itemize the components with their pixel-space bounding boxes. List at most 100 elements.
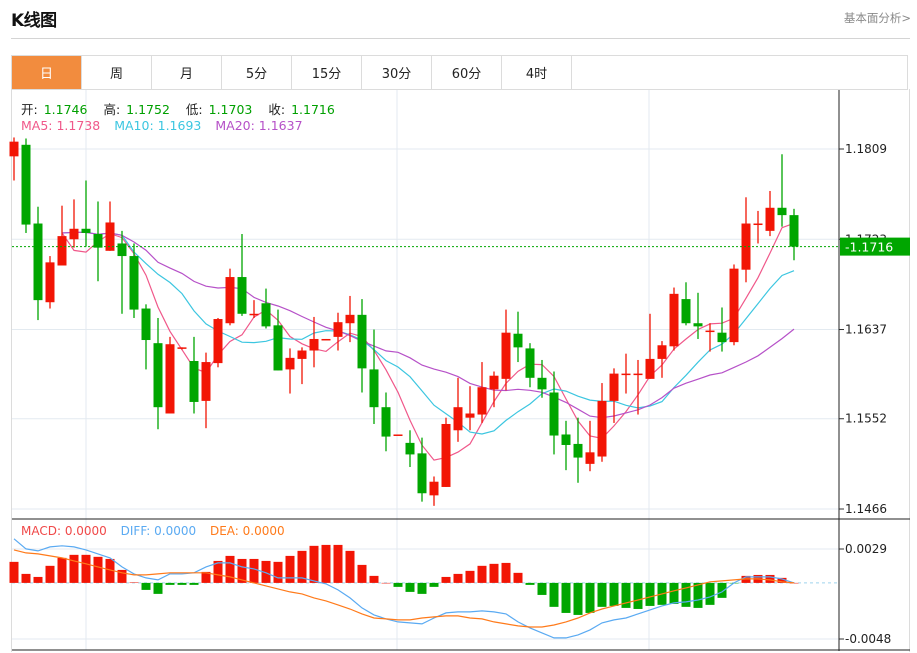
candle-body bbox=[33, 223, 43, 301]
macd-bar bbox=[57, 557, 67, 583]
candle-body bbox=[609, 373, 619, 401]
macd-bar bbox=[165, 582, 175, 585]
candle-body bbox=[117, 243, 127, 257]
candle bbox=[417, 437, 427, 502]
candle bbox=[741, 197, 751, 283]
candle-body bbox=[177, 347, 187, 349]
candle-body bbox=[765, 207, 775, 231]
kline-chart[interactable]: 1.18091.17231.16371.15521.14660.0029-0.0… bbox=[0, 0, 917, 653]
macd-legend: MACD: 0.0000 DIFF: 0.0000 DEA: 0.0000 bbox=[21, 524, 291, 538]
macd-bar bbox=[717, 582, 727, 598]
macd-bar bbox=[633, 582, 643, 609]
macd-bar bbox=[177, 582, 187, 585]
candle-body bbox=[333, 322, 343, 337]
candle-body bbox=[501, 332, 511, 379]
dea-legend-value: DEA: 0.0000 bbox=[209, 524, 285, 538]
candle bbox=[585, 420, 595, 472]
price-tick-label: 1.1552 bbox=[845, 412, 887, 426]
macd-bar bbox=[477, 565, 487, 583]
ma5-legend: MA5: 1.1738 bbox=[21, 118, 101, 133]
macd-tick-label: -0.0048 bbox=[845, 632, 891, 646]
macd-bar bbox=[285, 555, 295, 583]
macd-bar bbox=[537, 582, 547, 595]
candle bbox=[357, 299, 367, 393]
price-tick-label: 1.1809 bbox=[845, 142, 887, 156]
macd-bar bbox=[357, 564, 367, 583]
macd-bar bbox=[549, 582, 559, 607]
candle-body bbox=[345, 314, 355, 324]
candle-body bbox=[405, 442, 415, 455]
macd-legend-value: MACD: 0.0000 bbox=[21, 524, 107, 538]
candle bbox=[93, 201, 103, 282]
candle bbox=[405, 430, 415, 468]
macd-bar bbox=[441, 576, 451, 583]
macd-bar bbox=[525, 582, 535, 585]
high-label: 高: bbox=[103, 102, 121, 117]
macd-bar bbox=[21, 573, 31, 583]
candle-body bbox=[357, 314, 367, 369]
macd-bar bbox=[9, 561, 19, 583]
candle bbox=[645, 313, 655, 379]
price-tick-label: 1.1466 bbox=[845, 502, 887, 516]
candle-body bbox=[45, 262, 55, 303]
candle bbox=[321, 338, 331, 341]
candle bbox=[621, 353, 631, 394]
macd-bar bbox=[225, 555, 235, 583]
candle-body bbox=[261, 303, 271, 327]
macd-bar bbox=[249, 558, 259, 583]
candle-body bbox=[369, 369, 379, 408]
candle-body bbox=[549, 392, 559, 436]
candle-body bbox=[201, 362, 211, 401]
candle bbox=[81, 180, 91, 247]
candle bbox=[597, 383, 607, 462]
candle-body bbox=[561, 434, 571, 445]
macd-bar bbox=[597, 582, 607, 607]
macd-bar bbox=[93, 556, 103, 583]
macd-bar bbox=[489, 563, 499, 583]
candle bbox=[177, 347, 187, 350]
candle-body bbox=[645, 358, 655, 379]
macd-bar bbox=[705, 582, 715, 605]
macd-bar bbox=[609, 582, 619, 606]
ma5-line bbox=[61, 222, 795, 461]
candle-body bbox=[669, 293, 679, 347]
candle bbox=[669, 287, 679, 351]
candle-body bbox=[597, 400, 607, 457]
macd-bar bbox=[141, 582, 151, 590]
macd-bar bbox=[129, 582, 139, 583]
candle bbox=[309, 316, 319, 368]
candle-body bbox=[309, 338, 319, 351]
candle-body bbox=[165, 344, 175, 414]
price-tick-label: 1.1637 bbox=[845, 323, 887, 337]
candle-body bbox=[573, 443, 583, 458]
candle-body bbox=[321, 338, 331, 341]
candle bbox=[69, 199, 79, 248]
candle bbox=[165, 336, 175, 414]
candle bbox=[729, 264, 739, 346]
macd-bar bbox=[453, 573, 463, 583]
open-value: 1.1746 bbox=[43, 102, 88, 117]
candle-body bbox=[81, 228, 91, 233]
macd-bar bbox=[513, 572, 523, 583]
macd-bar bbox=[765, 574, 775, 583]
candle bbox=[561, 420, 571, 471]
candle-body bbox=[141, 308, 151, 341]
candle-body bbox=[489, 375, 499, 390]
macd-bar bbox=[561, 582, 571, 613]
candle-body bbox=[249, 313, 259, 316]
candle-body bbox=[789, 215, 799, 247]
macd-bar bbox=[465, 570, 475, 583]
candle-body bbox=[453, 407, 463, 431]
candle bbox=[297, 347, 307, 385]
candle bbox=[21, 138, 31, 233]
candle bbox=[465, 386, 475, 431]
low-label: 低: bbox=[185, 102, 203, 117]
open-label: 开: bbox=[21, 102, 38, 117]
high-value: 1.1752 bbox=[126, 102, 170, 117]
candle bbox=[381, 392, 391, 452]
candle-body bbox=[657, 345, 667, 359]
macd-bar bbox=[369, 575, 379, 583]
ma-legend: MA5: 1.1738 MA10: 1.1693 MA20: 1.1637 bbox=[21, 118, 309, 133]
candle bbox=[285, 348, 295, 394]
candle-body bbox=[705, 330, 715, 333]
